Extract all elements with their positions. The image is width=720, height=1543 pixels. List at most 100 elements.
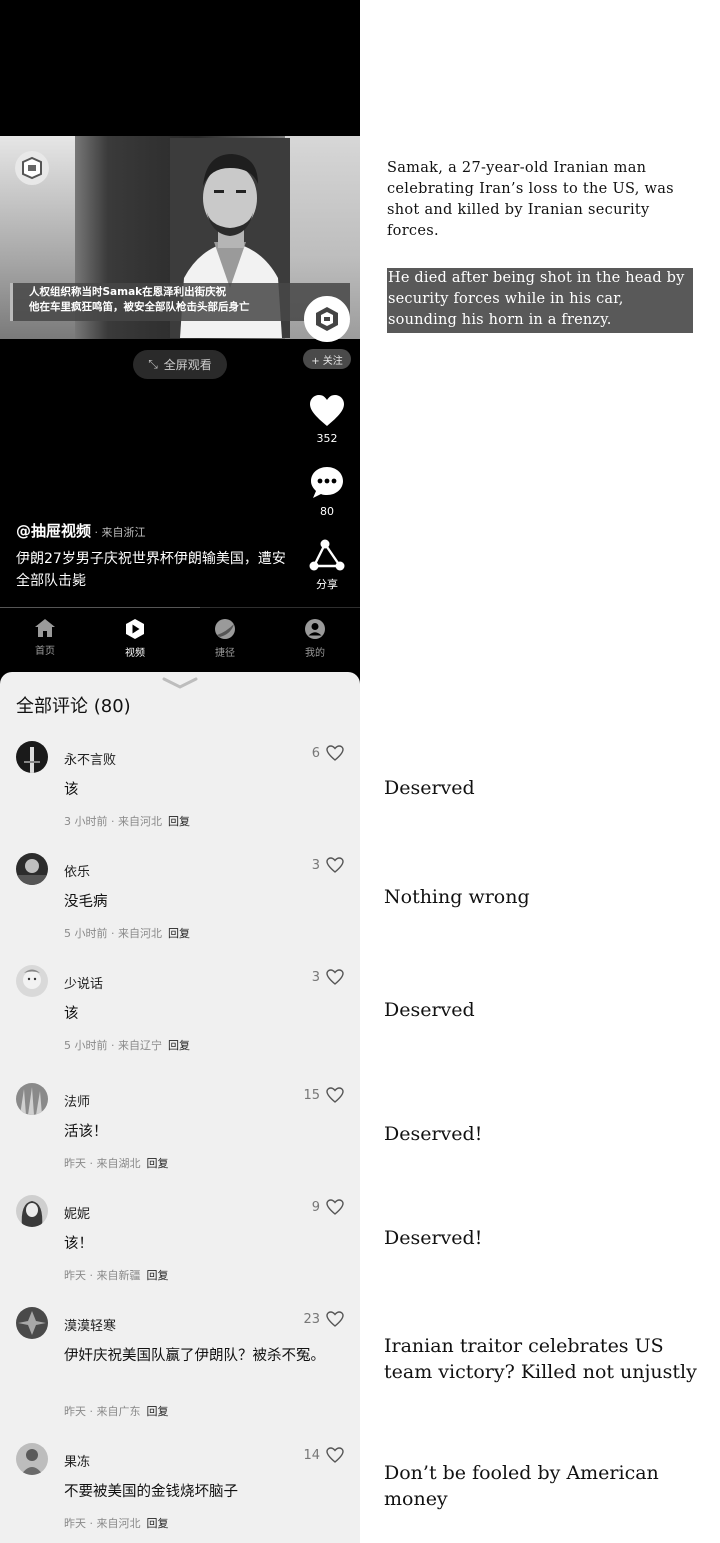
- comment-like-button[interactable]: 23: [303, 1311, 344, 1327]
- nav-profile-label: 我的: [305, 648, 325, 659]
- comment-translation: Deserved!: [384, 1227, 483, 1249]
- nav-item-profile[interactable]: 我的: [270, 612, 360, 672]
- comment-like-count: 15: [303, 1087, 320, 1103]
- heart-outline-icon: [326, 1199, 344, 1215]
- bottom-navigation: 首页 视频 捷径 我的: [0, 612, 360, 672]
- comment-item: 法师 15 活该！ 昨天 · 来自湖北 回复: [0, 1083, 360, 1193]
- comment-translation: Don’t be fooled by American money: [384, 1462, 659, 1510]
- comment-meta: 5 小时前 · 来自河北 回复: [64, 925, 190, 941]
- commenter-name[interactable]: 依乐: [64, 861, 90, 880]
- commenter-name[interactable]: 果冻: [64, 1451, 90, 1470]
- like-button[interactable]: 352: [302, 394, 352, 445]
- expand-icon: ⤡: [148, 357, 158, 371]
- nav-home-label: 首页: [35, 646, 55, 657]
- commenter-name[interactable]: 少说话: [64, 973, 103, 992]
- comment-item: 妮妮 9 该！ 昨天 · 来自新疆 回复: [0, 1195, 360, 1305]
- uploader-name[interactable]: @抽屉视频: [16, 522, 91, 540]
- comment-like-button[interactable]: 15: [303, 1087, 344, 1103]
- uploader-location: · 来自浙江: [91, 526, 146, 539]
- reply-button[interactable]: 回复: [168, 927, 190, 940]
- progress-line: [0, 607, 200, 608]
- share-label: 分享: [316, 578, 338, 591]
- comment-like-count: 3: [311, 857, 320, 873]
- home-icon: [35, 619, 55, 637]
- comment-translation: Deserved: [384, 999, 475, 1021]
- comment-like-count: 6: [311, 745, 320, 761]
- comment-like-button[interactable]: 3: [312, 857, 344, 873]
- avatar[interactable]: [16, 741, 48, 773]
- comment-like-button[interactable]: 9: [312, 1199, 344, 1215]
- heart-outline-icon: [326, 969, 344, 985]
- commenter-name[interactable]: 漠漠轻寒: [64, 1315, 116, 1334]
- avatar[interactable]: [16, 1307, 48, 1339]
- comment-text: 该: [64, 782, 79, 798]
- share-icon: [309, 539, 345, 571]
- comment-like-button[interactable]: 3: [312, 969, 344, 985]
- caption-translation: He died after being shot in the head by …: [387, 268, 693, 333]
- comment-translation: Iranian traitor celebrates US team victo…: [384, 1335, 697, 1383]
- reply-button[interactable]: 回复: [168, 1039, 190, 1052]
- reply-button[interactable]: 回复: [168, 815, 190, 828]
- comment-count: 80: [320, 505, 334, 518]
- reply-button[interactable]: 回复: [147, 1157, 169, 1170]
- shortcut-icon: [215, 619, 235, 639]
- nav-item-shortcut[interactable]: 捷径: [180, 612, 270, 672]
- commenter-name[interactable]: 永不言败: [64, 749, 116, 768]
- comment-meta: 5 小时前 · 来自辽宁 回复: [64, 1037, 190, 1053]
- comment-like-button[interactable]: 14: [303, 1447, 344, 1463]
- heart-outline-icon: [326, 1087, 344, 1103]
- uploader-info[interactable]: @抽屉视频 · 来自浙江: [16, 520, 146, 541]
- comment-text: 伊奸庆祝美国队赢了伊朗队？被杀不冤。: [64, 1348, 325, 1364]
- nav-item-video[interactable]: 视频: [90, 612, 180, 672]
- commenter-name[interactable]: 妮妮: [64, 1203, 90, 1222]
- comment-item: 果冻 14 不要被美国的金钱烧坏脑子 昨天 · 来自河北 回复: [0, 1443, 360, 1543]
- comment-text: 没毛病: [64, 894, 108, 910]
- caption-line-2: 他在车里疯狂鸣笛，被安全部队枪击头部后身亡: [29, 301, 250, 313]
- commenter-name[interactable]: 法师: [64, 1091, 90, 1110]
- comment-time-location: 昨天 · 来自新疆: [64, 1269, 141, 1282]
- avatar[interactable]: [16, 853, 48, 885]
- profile-icon: [305, 619, 325, 639]
- author-avatar[interactable]: [304, 296, 350, 342]
- comment-meta: 昨天 · 来自广东 回复: [64, 1403, 169, 1419]
- comment-time-location: 3 小时前 · 来自河北: [64, 815, 162, 828]
- avatar[interactable]: [16, 1083, 48, 1115]
- chevron-down-icon[interactable]: [162, 676, 198, 690]
- reply-button[interactable]: 回复: [147, 1269, 169, 1282]
- comment-like-count: 9: [311, 1199, 320, 1215]
- comment-meta: 昨天 · 来自河北 回复: [64, 1515, 169, 1531]
- avatar[interactable]: [16, 1443, 48, 1475]
- reply-button[interactable]: 回复: [147, 1517, 169, 1530]
- follow-button[interactable]: + 关注: [303, 349, 351, 369]
- nav-shortcut-label: 捷径: [215, 648, 235, 659]
- comment-translation: Deserved: [384, 777, 475, 799]
- comment-time-location: 昨天 · 来自广东: [64, 1405, 141, 1418]
- comment-meta: 昨天 · 来自湖北 回复: [64, 1155, 169, 1171]
- avatar[interactable]: [16, 965, 48, 997]
- comment-text: 不要被美国的金钱烧坏脑子: [64, 1484, 238, 1500]
- share-button[interactable]: 分享: [302, 538, 352, 592]
- nav-item-home[interactable]: 首页: [0, 612, 90, 672]
- comments-sheet: 全部评论 (80) 永不言败 6 该 3 小时前 · 来自河北 回复 依乐 3 …: [0, 672, 360, 1543]
- like-count: 352: [316, 432, 338, 445]
- comment-item: 永不言败 6 该 3 小时前 · 来自河北 回复: [0, 741, 360, 851]
- heart-outline-icon: [326, 745, 344, 761]
- heart-icon: [310, 395, 344, 426]
- fullscreen-button[interactable]: ⤡ 全屏观看: [133, 350, 227, 379]
- comment-time-location: 5 小时前 · 来自辽宁: [64, 1039, 162, 1052]
- comment-item: 依乐 3 没毛病 5 小时前 · 来自河北 回复: [0, 853, 360, 963]
- video-caption: 人权组织称当时Samak在恩泽利出街庆祝 他在车里疯狂鸣笛，被安全部队枪击头部后…: [10, 283, 350, 321]
- video-description: 伊朗27岁男子庆祝世界杯伊朗输美国，遭安全部队击毙: [16, 551, 286, 589]
- comments-title: 全部评论 (80): [16, 696, 131, 717]
- comment-like-count: 3: [311, 969, 320, 985]
- reply-button[interactable]: 回复: [147, 1405, 169, 1418]
- comment-like-button[interactable]: 6: [312, 745, 344, 761]
- heart-outline-icon: [326, 857, 344, 873]
- comment-button[interactable]: 80: [302, 465, 352, 518]
- avatar[interactable]: [16, 1195, 48, 1227]
- comment-time-location: 5 小时前 · 来自河北: [64, 927, 162, 940]
- heart-outline-icon: [326, 1311, 344, 1327]
- comment-text: 活该！: [64, 1124, 108, 1140]
- comment-item: 漠漠轻寒 23 伊奸庆祝美国队赢了伊朗队？被杀不冤。 昨天 · 来自广东 回复: [0, 1307, 360, 1419]
- fullscreen-label: 全屏观看: [163, 358, 212, 372]
